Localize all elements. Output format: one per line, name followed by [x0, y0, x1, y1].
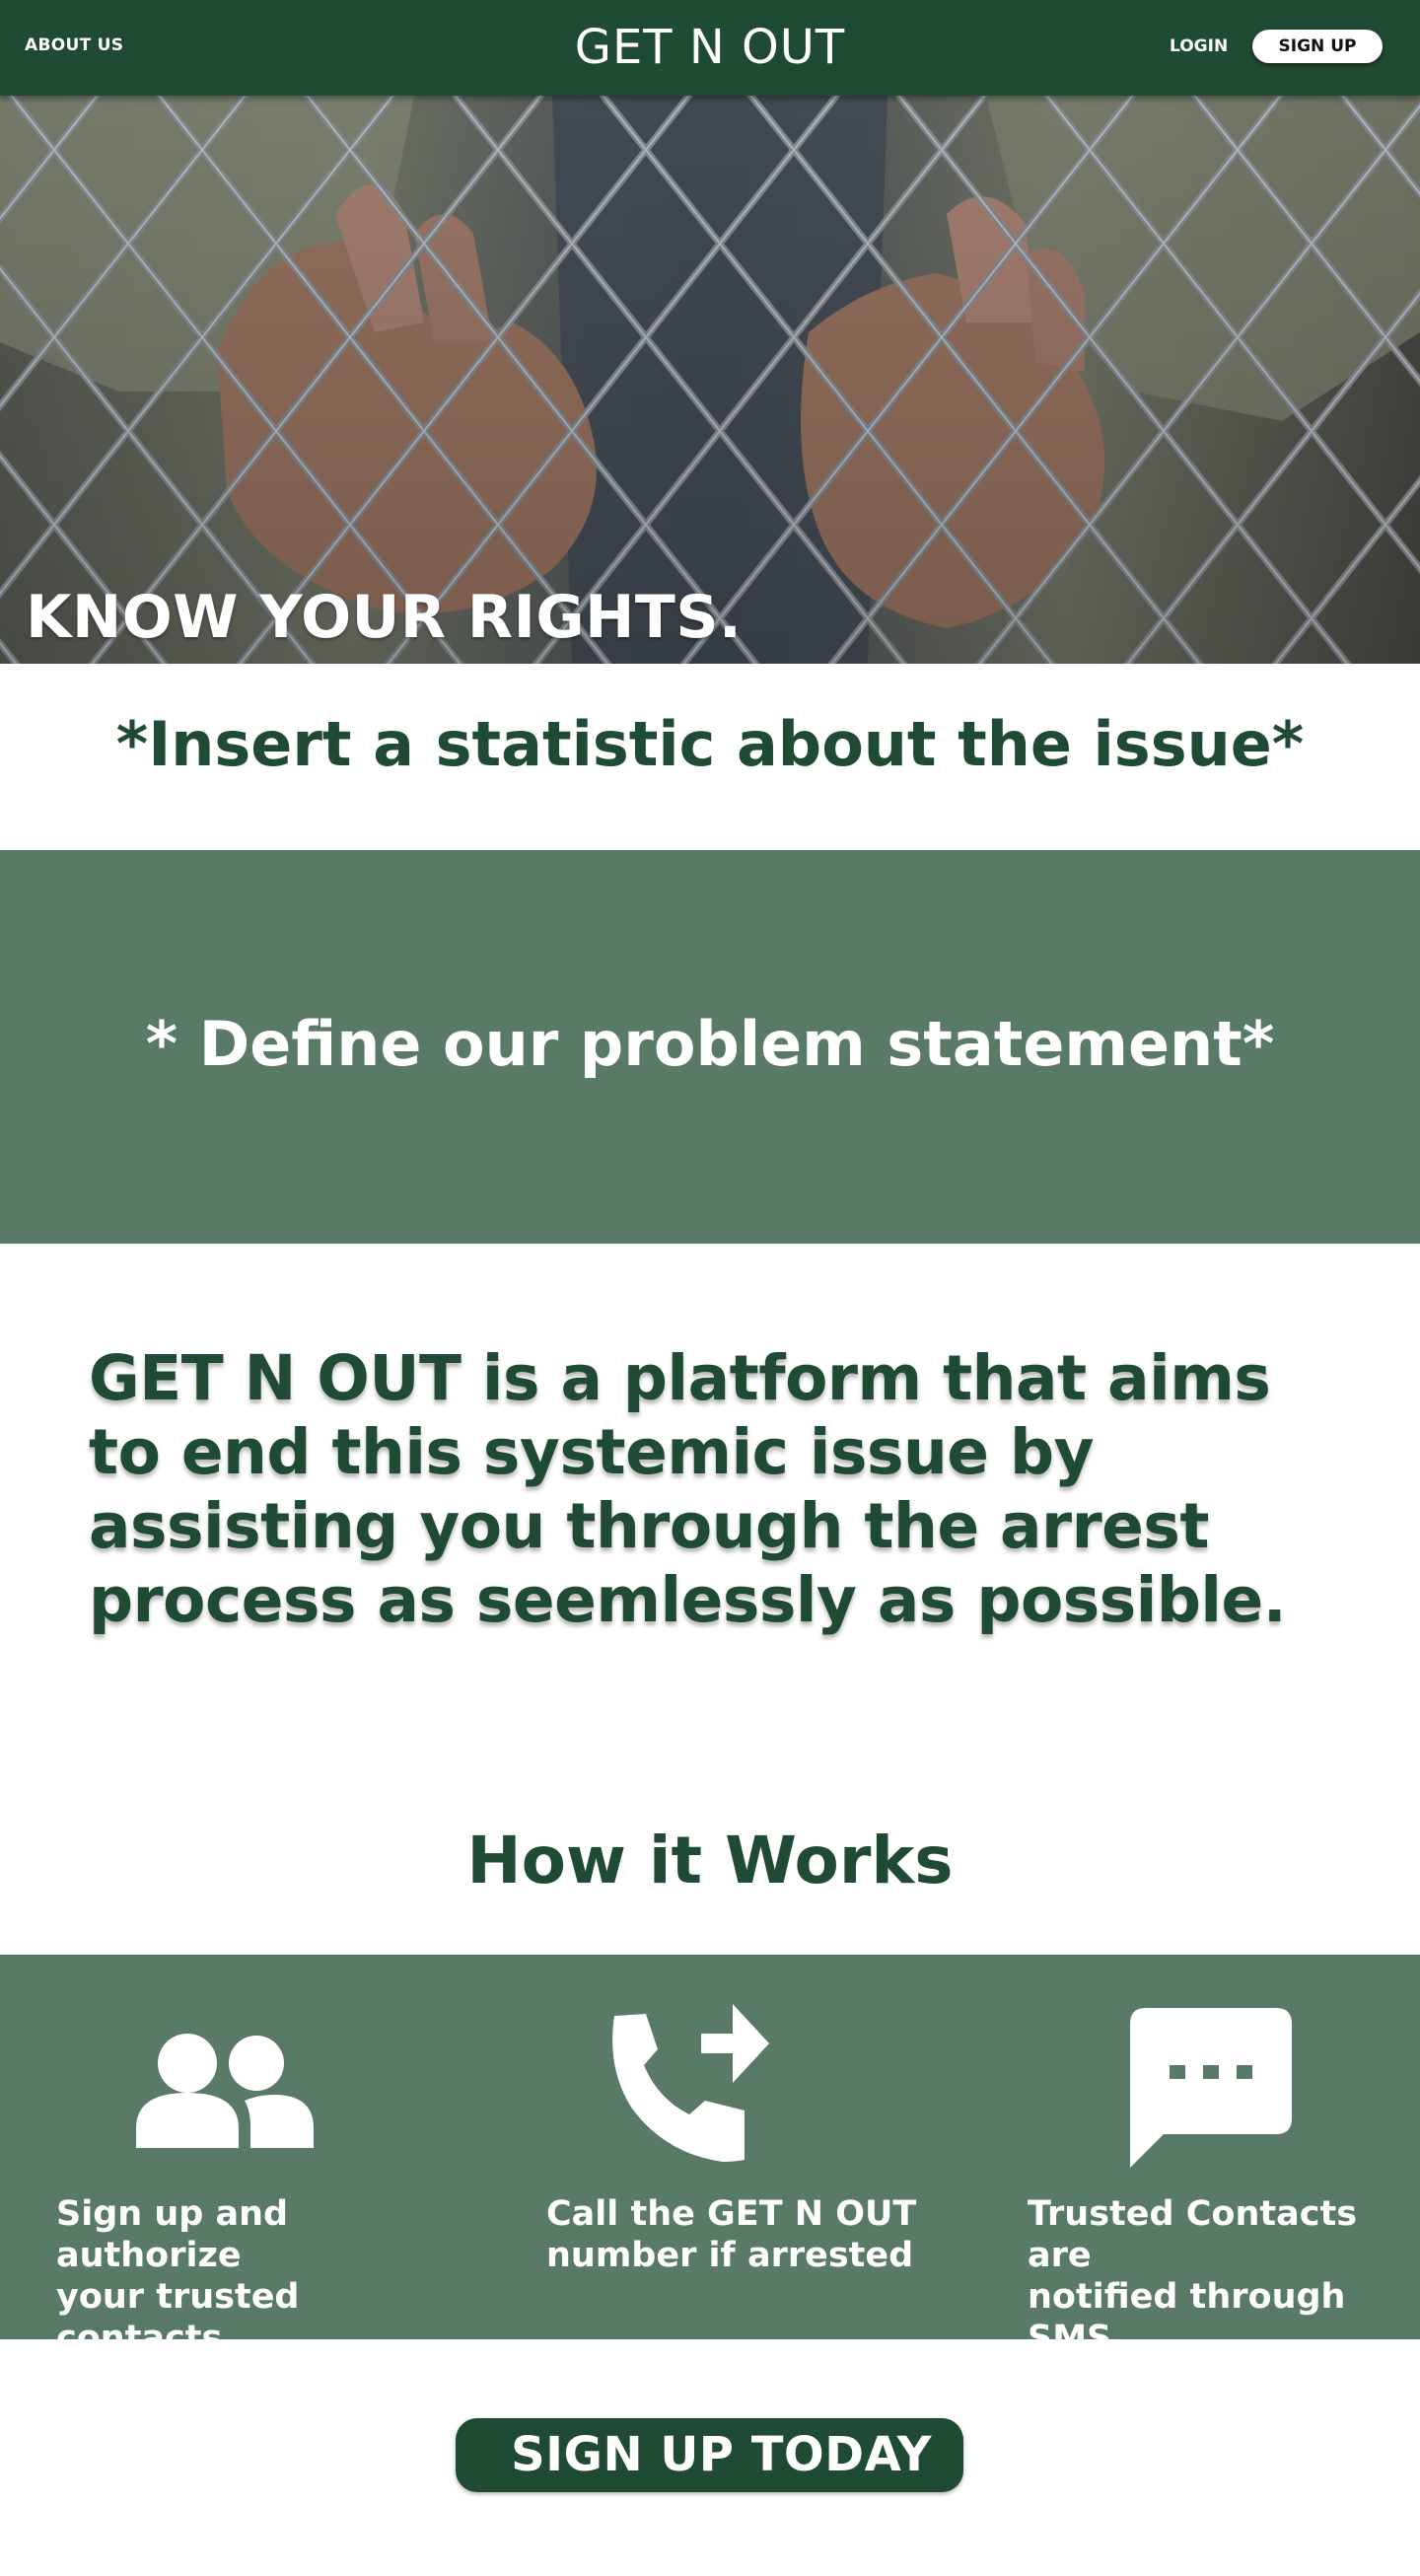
- sms-icon: [1130, 2008, 1292, 2168]
- step-signup: Sign up and authorize your trusted conta…: [0, 1955, 473, 2358]
- problem-statement-section: * Define our problem statement*: [0, 850, 1420, 1244]
- nav-login-link[interactable]: LOGIN: [1170, 36, 1228, 56]
- people-icon: [136, 2034, 314, 2148]
- nav-signup-label: SIGN UP: [1278, 36, 1357, 56]
- hero-banner: KNOW YOUR RIGHTS.: [0, 96, 1420, 664]
- how-it-works-section: Sign up and authorize your trusted conta…: [0, 1955, 1420, 2358]
- statistic-heading: *Insert a statistic about the issue*: [115, 708, 1305, 780]
- step-call: Call the GET N OUT number if arrested: [473, 1955, 947, 2339]
- signup-today-button[interactable]: SIGN UP TODAY: [456, 2418, 963, 2492]
- how-it-works-title: How it Works: [466, 1823, 954, 1898]
- mission-statement: GET N OUT is a platform that aims to end…: [89, 1342, 1287, 1636]
- signup-today-label: SIGN UP TODAY: [511, 2427, 932, 2482]
- site-header: ABOUT US GET N OUT LOGIN SIGN UP: [0, 0, 1420, 96]
- problem-statement-text: * Define our problem statement*: [145, 1008, 1275, 1080]
- hero-image: [0, 96, 1420, 664]
- step-notify: Trusted Contacts are notified through SM…: [947, 1955, 1420, 2358]
- nav-signup-button[interactable]: SIGN UP: [1252, 30, 1383, 63]
- step-signup-text: Sign up and authorize your trusted conta…: [56, 2194, 300, 2358]
- step-notify-text: Trusted Contacts are notified through SM…: [1028, 2194, 1358, 2358]
- step-call-text: Call the GET N OUT number if arrested: [546, 2194, 917, 2275]
- hero-title: KNOW YOUR RIGHTS.: [26, 583, 743, 652]
- phone-forward-icon: [612, 2004, 769, 2162]
